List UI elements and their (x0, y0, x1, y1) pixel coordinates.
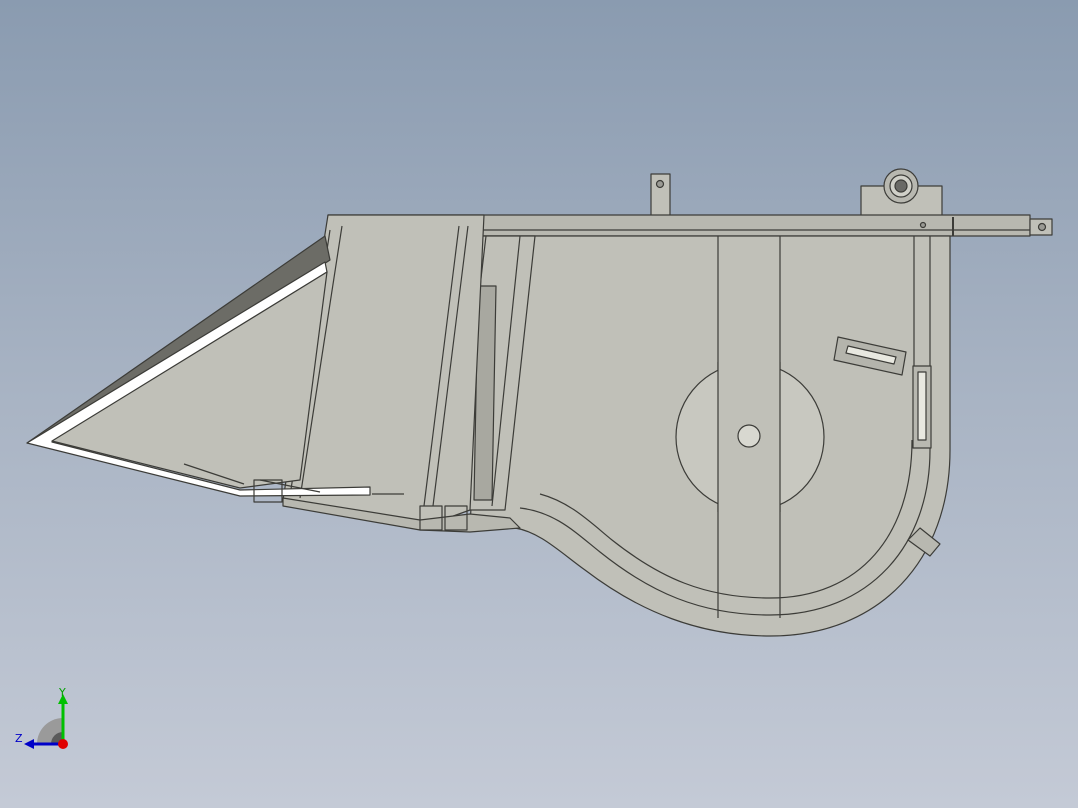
coordinate-triad: Y Z (10, 686, 80, 756)
hopper-part-model[interactable] (0, 0, 1078, 808)
z-axis-arrow (24, 739, 34, 749)
cad-graphics-area[interactable]: Y Z (0, 0, 1078, 808)
vertical-slot-hole (917, 371, 927, 441)
y-axis-label: Y (59, 686, 66, 699)
tab-hole-left (655, 179, 665, 189)
center-hole (737, 424, 761, 448)
triad-graphic (24, 694, 68, 749)
rail-end-hole (1037, 222, 1047, 232)
x-axis-dot (58, 739, 68, 749)
bearing-bore (894, 179, 908, 193)
z-axis-label: Z (15, 732, 23, 745)
rail-small-hole (919, 221, 927, 229)
